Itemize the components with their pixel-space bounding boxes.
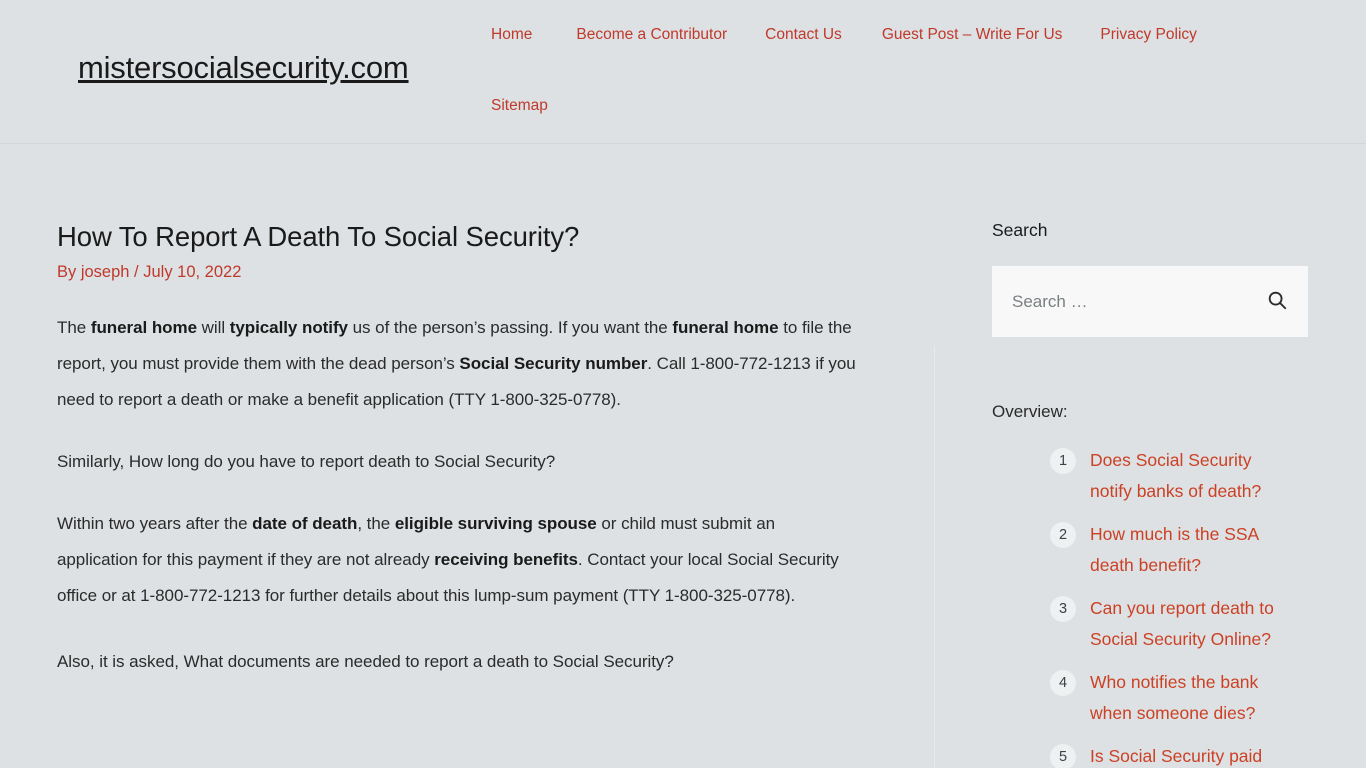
list-item[interactable]: 2 How much is the SSA death benefit? bbox=[992, 519, 1308, 581]
nav-item-privacy-policy[interactable]: Privacy Policy bbox=[1100, 22, 1196, 48]
overview-link-4[interactable]: Who notifies the bank when someone dies? bbox=[1090, 667, 1276, 729]
content-sidebar-divider bbox=[934, 346, 935, 768]
list-item[interactable]: 4 Who notifies the bank when someone die… bbox=[992, 667, 1308, 729]
overview-label: Overview: bbox=[992, 402, 1068, 421]
overview-list: 1 Does Social Security notify banks of d… bbox=[992, 445, 1308, 768]
overview-link-2[interactable]: How much is the SSA death benefit? bbox=[1090, 519, 1276, 581]
p1-text-c: will bbox=[196, 317, 230, 337]
article: How To Report A Death To Social Security… bbox=[57, 220, 857, 680]
list-item[interactable]: 3 Can you report death to Social Securit… bbox=[992, 593, 1308, 655]
overview-link-3[interactable]: Can you report death to Social Security … bbox=[1090, 593, 1276, 655]
list-item[interactable]: 5 Is Social Security paid bbox=[992, 741, 1308, 768]
list-item-number: 3 bbox=[1050, 596, 1076, 623]
search-form bbox=[992, 266, 1308, 337]
p3-bold-receiving-benefits: receiving benefits bbox=[434, 549, 578, 569]
byline-separator: / bbox=[129, 263, 144, 282]
article-paragraph-1: The funeral home will typically notify u… bbox=[57, 310, 857, 418]
p1-bold-ssn: Social Security number bbox=[459, 353, 648, 373]
list-item-number: 1 bbox=[1050, 448, 1076, 475]
post-date: July 10, 2022 bbox=[143, 263, 242, 282]
list-item[interactable]: 1 Does Social Security notify banks of d… bbox=[992, 445, 1308, 507]
p3-bold-date-of-death: date of death bbox=[252, 513, 358, 533]
byline: By joseph / July 10, 2022 bbox=[57, 262, 857, 283]
p1-text-a: The bbox=[57, 317, 91, 337]
list-item-number: 5 bbox=[1050, 744, 1076, 768]
article-paragraph-2: Similarly, How long do you have to repor… bbox=[57, 451, 556, 471]
byline-prefix: By bbox=[57, 263, 81, 282]
page-content: How To Report A Death To Social Security… bbox=[0, 144, 1366, 768]
site-header: mistersocialsecurity.com Home Become a C… bbox=[0, 0, 1366, 144]
p1-text-d: us of the person’s passing. If you want … bbox=[347, 317, 673, 337]
page-title: How To Report A Death To Social Security… bbox=[57, 221, 580, 252]
author-link[interactable]: joseph bbox=[81, 263, 130, 281]
article-paragraph-3: Within two years after the date of death… bbox=[57, 506, 857, 614]
secondary-navigation: Sitemap bbox=[491, 93, 548, 119]
p3-bold-eligible-spouse: eligible surviving spouse bbox=[394, 513, 597, 533]
p3-text-a: Within two years after the bbox=[57, 513, 253, 533]
sidebar: Search Overview: 1 Does Social Security … bbox=[992, 220, 1308, 768]
list-item-number: 2 bbox=[1050, 522, 1076, 549]
nav-item-contact-us[interactable]: Contact Us bbox=[765, 22, 842, 48]
search-submit-button[interactable] bbox=[1260, 285, 1294, 319]
nav-item-guest-post[interactable]: Guest Post – Write For Us bbox=[882, 22, 1063, 48]
list-item-number: 4 bbox=[1050, 670, 1076, 697]
primary-navigation: Home Become a Contributor Contact Us Gue… bbox=[491, 22, 1197, 48]
p1-bold-typically-notify: typically notify bbox=[229, 317, 348, 337]
search-icon bbox=[1266, 289, 1288, 314]
p1-bold-funeral-home-2: funeral home bbox=[672, 317, 779, 337]
article-paragraph-4: Also, it is asked, What documents are ne… bbox=[57, 651, 674, 671]
nav-item-sitemap[interactable]: Sitemap bbox=[491, 93, 548, 119]
p3-text-c: , the bbox=[357, 513, 395, 533]
nav-item-home[interactable]: Home bbox=[491, 22, 532, 48]
site-title[interactable]: mistersocialsecurity.com bbox=[78, 50, 409, 86]
nav-item-become-a-contributor[interactable]: Become a Contributor bbox=[576, 22, 727, 48]
p1-bold-funeral-home: funeral home bbox=[90, 317, 197, 337]
overview-link-1[interactable]: Does Social Security notify banks of dea… bbox=[1090, 445, 1276, 507]
search-widget-title: Search bbox=[992, 220, 1048, 240]
overview-link-5[interactable]: Is Social Security paid bbox=[1090, 741, 1262, 768]
